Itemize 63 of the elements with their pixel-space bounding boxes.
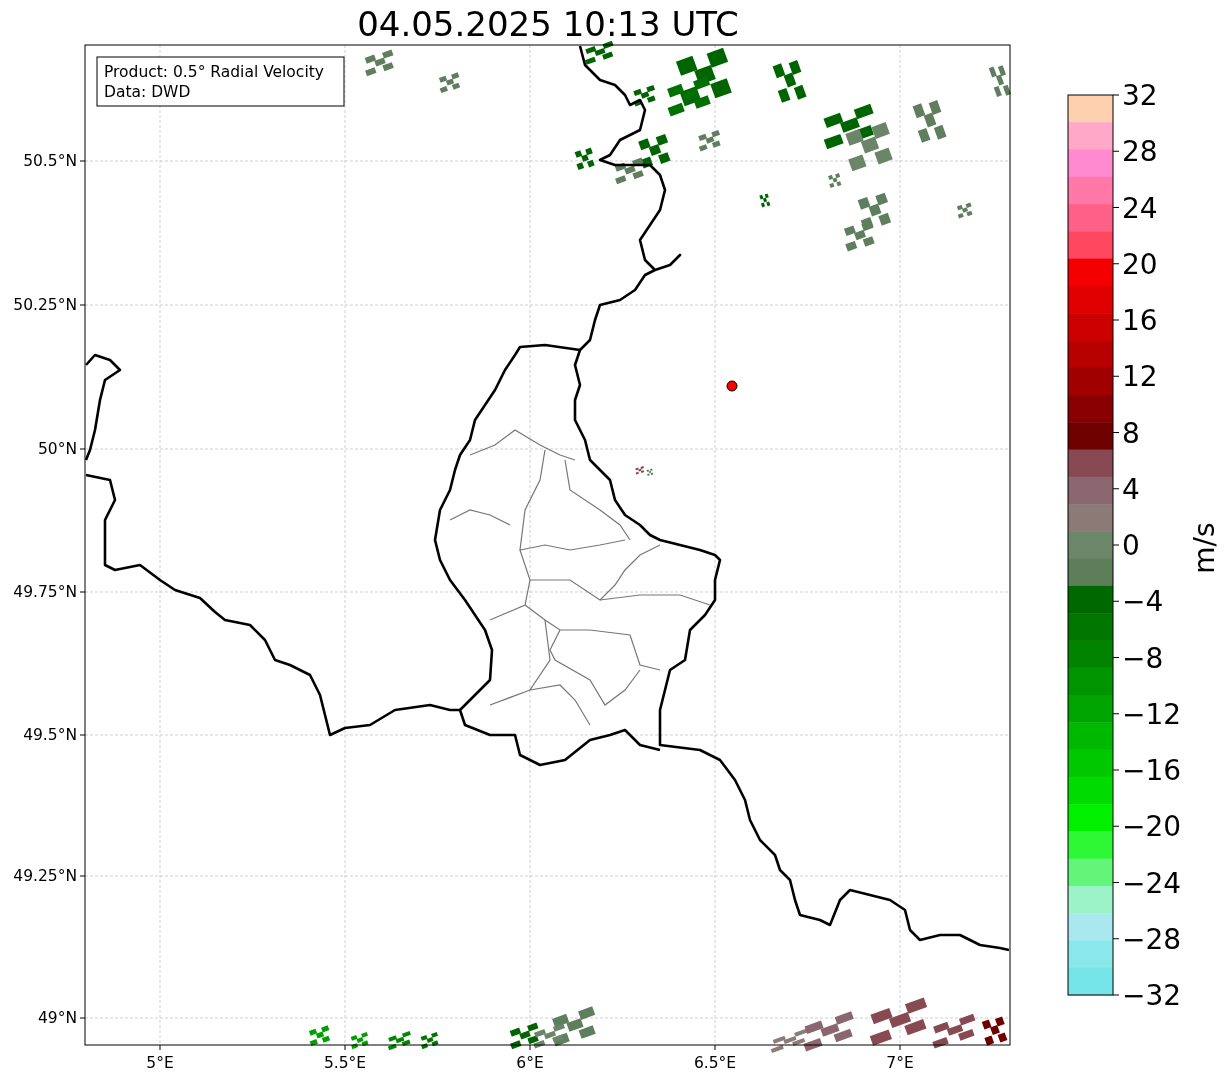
plot-title: 04.05.2025 10:13 UTC xyxy=(357,4,739,44)
tick-mark xyxy=(1112,319,1120,321)
colorbar-label: m/s xyxy=(1188,522,1221,574)
colorbar-tick-label: −32 xyxy=(1122,979,1182,1012)
tick-mark xyxy=(1112,207,1120,208)
colorbar-tick-label: −12 xyxy=(1122,697,1182,731)
colorbar-tick-label: 20 xyxy=(1122,247,1158,281)
colorbar-tick-label: −24 xyxy=(1122,866,1182,900)
tick-mark xyxy=(1112,544,1120,546)
tick-mark xyxy=(1112,994,1120,996)
tick-mark xyxy=(79,160,86,162)
colorbar-tick-label: 8 xyxy=(1122,416,1140,450)
tick-mark xyxy=(159,1044,161,1051)
tick-mark xyxy=(714,1044,716,1051)
y-tick-label: 50.25°N xyxy=(13,296,77,314)
colorbar-tick-label: 4 xyxy=(1122,472,1140,506)
tick-mark xyxy=(79,1017,86,1019)
colorbar-tick-label: −20 xyxy=(1122,810,1182,844)
colorbar-tick-label: −8 xyxy=(1122,641,1164,675)
y-tick-label: 49.75°N xyxy=(13,583,77,601)
x-tick-label: 6.5°E xyxy=(693,1054,737,1072)
tick-mark xyxy=(1112,375,1120,377)
colorbar-tick-label: 0 xyxy=(1122,529,1140,562)
radar-site-marker xyxy=(726,380,738,392)
tick-mark xyxy=(1112,150,1120,152)
tick-mark xyxy=(1112,713,1120,715)
legend-text: Data: DWD xyxy=(104,83,191,101)
tick-mark xyxy=(79,591,86,593)
tick-mark xyxy=(79,304,86,306)
tick-mark xyxy=(1112,488,1120,490)
y-tick-label: 49.5°N xyxy=(23,726,77,744)
x-tick-label: 6°E xyxy=(516,1054,544,1072)
tick-mark xyxy=(1112,600,1120,602)
y-tick-label: 50°N xyxy=(37,440,77,458)
colorbar-tick-label: 32 xyxy=(1122,79,1158,112)
tick-mark xyxy=(899,1044,901,1051)
x-tick-label: 7°E xyxy=(886,1054,914,1072)
y-tick-label: 49°N xyxy=(37,1009,77,1027)
legend-text: Product: 0.5° Radial Velocity xyxy=(104,63,324,81)
tick-mark xyxy=(1112,938,1120,940)
colorbar-tick-label: 24 xyxy=(1122,191,1158,225)
x-tick-label: 5.5°E xyxy=(323,1054,367,1072)
tick-mark xyxy=(79,448,86,450)
colorbar-tick-label: 28 xyxy=(1122,135,1158,169)
tick-mark xyxy=(344,1044,346,1051)
tick-mark xyxy=(1112,263,1120,265)
tick-mark xyxy=(1112,432,1120,433)
colorbar-tick-label: 16 xyxy=(1122,304,1158,337)
tick-mark xyxy=(79,734,86,736)
colorbar-tick-label: −16 xyxy=(1122,754,1182,787)
tick-mark xyxy=(1112,825,1120,827)
y-tick-label: 50.5°N xyxy=(23,152,77,170)
colorbar-tick-label: −4 xyxy=(1122,585,1164,619)
tick-mark xyxy=(79,875,86,877)
tick-mark xyxy=(1112,882,1120,883)
tick-mark xyxy=(1112,769,1120,771)
tick-mark xyxy=(1112,657,1120,658)
colorbar-tick-label: −28 xyxy=(1122,922,1182,956)
x-tick-label: 5°E xyxy=(146,1054,174,1072)
tick-mark xyxy=(529,1044,531,1051)
tick-mark xyxy=(1112,94,1120,96)
y-tick-label: 49.25°N xyxy=(13,867,77,885)
colorbar-tick-label: 12 xyxy=(1122,360,1158,394)
